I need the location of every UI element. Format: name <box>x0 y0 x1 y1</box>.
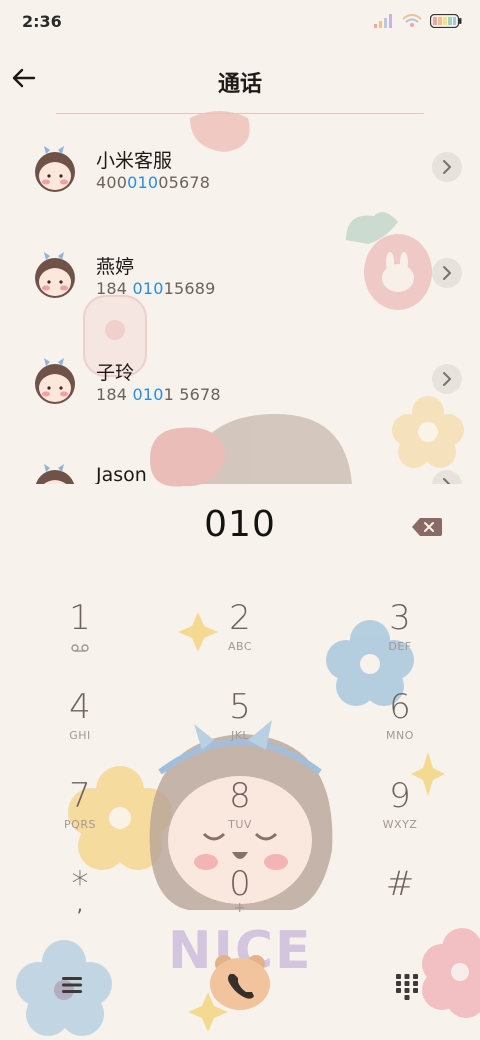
key-0[interactable]: 0 + <box>180 864 300 944</box>
number-match-highlight: 010 <box>132 279 164 298</box>
chevron-right-icon <box>443 478 451 484</box>
backspace-icon <box>412 518 442 536</box>
page-title: 通话 <box>217 72 262 97</box>
key-3[interactable]: 3 DEF <box>340 598 460 678</box>
contact-name: Jason <box>96 464 147 484</box>
contact-row[interactable]: 子玲 184 0101 5678 <box>0 330 480 436</box>
phone-icon <box>210 955 270 1010</box>
contact-list: 小米客服 40001005678 燕婷 184 01015689 子玲 184 … <box>0 118 480 484</box>
wifi-icon <box>402 14 422 27</box>
chevron-right-icon <box>443 266 451 280</box>
contact-number: 40001005678 <box>96 173 211 192</box>
key-1[interactable]: 1 <box>20 598 140 678</box>
key-7[interactable]: 7 PQRS <box>20 776 140 856</box>
contact-number: 184 0101 5678 <box>96 385 221 404</box>
number-match-highlight: 010 <box>132 385 164 404</box>
contact-name: 燕婷 <box>96 256 135 278</box>
chevron-right-icon <box>443 160 451 174</box>
contact-row[interactable]: Jason <box>0 436 480 484</box>
number-match-highlight: 010 <box>127 173 159 192</box>
voicemail-icon <box>71 644 89 652</box>
key-5[interactable]: 5 JKL <box>180 687 300 767</box>
key-4[interactable]: 4 GHI <box>20 687 140 767</box>
contact-name: 子玲 <box>96 362 135 384</box>
dialpad-toggle-button[interactable] <box>392 968 422 1004</box>
header: 通话 <box>0 52 480 112</box>
battery-icon <box>430 14 462 28</box>
contact-name: 小米客服 <box>96 150 173 172</box>
contact-detail-button[interactable] <box>432 364 462 394</box>
contact-row[interactable]: 小米客服 40001005678 <box>0 118 480 224</box>
contact-avatar <box>35 146 75 192</box>
dialed-number: 010 <box>204 504 276 545</box>
key-star[interactable]: * , <box>20 864 140 944</box>
key-6[interactable]: 6 MNO <box>340 687 460 767</box>
backspace-button[interactable] <box>410 515 444 539</box>
menu-icon <box>62 977 82 993</box>
contact-avatar <box>35 358 75 404</box>
contact-detail-button[interactable] <box>432 152 462 182</box>
call-button[interactable] <box>206 950 274 1012</box>
contact-avatar <box>35 464 75 484</box>
status-icons <box>374 14 462 28</box>
contact-avatar <box>35 252 75 298</box>
key-9[interactable]: 9 WXYZ <box>340 776 460 856</box>
contact-number: 184 01015689 <box>96 279 216 298</box>
dialpad-icon <box>396 974 418 1000</box>
signal-icon <box>374 14 392 28</box>
status-time: 2:36 <box>22 12 62 31</box>
contact-detail-button[interactable] <box>432 470 462 484</box>
key-hash[interactable]: # <box>340 864 460 944</box>
status-bar: 2:36 <box>0 0 480 42</box>
header-divider <box>56 113 424 114</box>
key-2[interactable]: 2 ABC <box>180 598 300 678</box>
chevron-right-icon <box>443 372 451 386</box>
contact-row[interactable]: 燕婷 184 01015689 <box>0 224 480 330</box>
contact-detail-button[interactable] <box>432 258 462 288</box>
menu-button[interactable] <box>54 970 90 1000</box>
key-8[interactable]: 8 TUV <box>180 776 300 856</box>
